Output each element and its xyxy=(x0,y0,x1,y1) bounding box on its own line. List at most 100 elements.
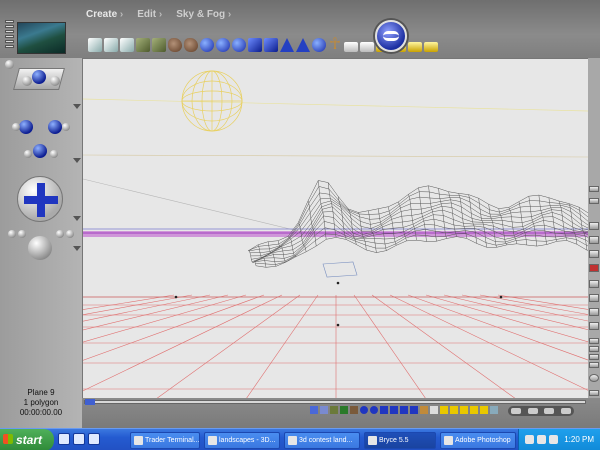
select-cloud-icon[interactable] xyxy=(320,406,328,414)
select-light-icon[interactable] xyxy=(440,406,448,414)
align-icon[interactable] xyxy=(589,354,599,360)
sphere-icon[interactable] xyxy=(200,38,214,52)
task-landscapes[interactable]: landscapes - 3D... xyxy=(204,432,280,449)
select-light-icon[interactable] xyxy=(480,406,488,414)
pyramid-icon[interactable] xyxy=(280,38,294,52)
select-tree-icon[interactable] xyxy=(340,406,348,414)
render-menu-arrow-icon[interactable] xyxy=(73,246,81,251)
select-camera-icon[interactable] xyxy=(490,406,498,414)
select-sphere-icon[interactable] xyxy=(360,406,368,414)
outlook-icon[interactable] xyxy=(73,433,85,445)
square-icon[interactable] xyxy=(344,42,358,52)
center-icon[interactable] xyxy=(56,230,64,238)
menu-create[interactable]: Create xyxy=(86,9,123,20)
bryce-logo-icon[interactable] xyxy=(375,20,407,52)
tree-icon[interactable] xyxy=(184,38,198,52)
start-button[interactable]: start xyxy=(0,429,54,450)
terrain-mesh-line xyxy=(448,191,457,237)
compass-icon[interactable] xyxy=(589,374,599,382)
pan-icon[interactable] xyxy=(33,144,47,158)
symmetrical-lattice-icon[interactable] xyxy=(152,38,166,52)
play-button[interactable] xyxy=(527,408,538,414)
select-torus-icon[interactable] xyxy=(370,406,378,414)
terrain-wireframe[interactable] xyxy=(247,180,588,268)
rewind-button[interactable] xyxy=(511,408,522,414)
cone-icon[interactable] xyxy=(296,38,310,52)
menu-sky-fog[interactable]: Sky & Fog xyxy=(176,9,231,20)
task-3d-contest[interactable]: 3d contest land... xyxy=(284,432,360,449)
select-cylinder-icon[interactable] xyxy=(380,406,388,414)
grid-line xyxy=(83,294,265,361)
select-light-icon[interactable] xyxy=(460,406,468,414)
task-bryce[interactable]: Bryce 5.5 xyxy=(364,432,436,449)
ellipsoid-icon[interactable] xyxy=(216,38,230,52)
select-water-icon[interactable] xyxy=(310,406,318,414)
edit-tool-icon[interactable] xyxy=(589,198,599,204)
align-icon[interactable] xyxy=(589,338,599,344)
family-icon[interactable] xyxy=(589,308,599,316)
select-light-icon[interactable] xyxy=(470,406,478,414)
select-pyramid-icon[interactable] xyxy=(410,406,418,414)
timeline-knob[interactable] xyxy=(85,399,95,405)
square-light-icon[interactable] xyxy=(408,42,422,52)
camera-cross-control[interactable] xyxy=(17,176,63,222)
clock[interactable]: 1:20 PM xyxy=(564,429,594,450)
move-z-icon[interactable] xyxy=(48,120,62,134)
select-square-icon[interactable] xyxy=(430,406,438,414)
terrain-icon[interactable] xyxy=(136,38,150,52)
family-icon[interactable] xyxy=(589,280,599,288)
brush-icon[interactable] xyxy=(589,186,599,192)
cylinder-icon[interactable] xyxy=(248,38,262,52)
render-sphere-icon[interactable] xyxy=(28,236,52,260)
tray-volume-icon[interactable] xyxy=(537,435,546,444)
circle-icon[interactable] xyxy=(360,42,374,52)
end-button[interactable] xyxy=(560,408,571,414)
select-cube-icon[interactable] xyxy=(390,406,398,414)
preview-options[interactable] xyxy=(5,20,14,56)
select-figure-icon[interactable] xyxy=(420,406,428,414)
align-icon[interactable] xyxy=(589,346,599,352)
move-xy-icon[interactable] xyxy=(19,120,33,134)
tray-security-icon[interactable] xyxy=(549,435,558,444)
family-icon[interactable] xyxy=(589,236,599,244)
task-photoshop[interactable]: Adobe Photoshop xyxy=(440,432,516,449)
view-menu-arrow-icon[interactable] xyxy=(73,104,81,109)
cloud-plane-icon[interactable] xyxy=(104,38,118,52)
select-terrain-icon[interactable] xyxy=(330,406,338,414)
parallel-light-icon[interactable] xyxy=(424,42,438,52)
align-icon[interactable] xyxy=(589,362,599,368)
media-player-icon[interactable] xyxy=(88,433,100,445)
zoom-in-icon[interactable] xyxy=(18,230,26,238)
plane-handles[interactable] xyxy=(174,281,503,327)
family-icon[interactable] xyxy=(589,322,599,330)
select-rock-icon[interactable] xyxy=(350,406,358,414)
task-trader-terminal[interactable]: Trader Terminal... xyxy=(130,432,200,449)
family-icon[interactable] xyxy=(589,250,599,258)
family-icon[interactable] xyxy=(589,264,599,272)
tray-network-icon[interactable] xyxy=(525,435,534,444)
nano-preview[interactable] xyxy=(17,22,66,54)
family-icon[interactable] xyxy=(589,294,599,302)
ground-plane-icon[interactable] xyxy=(120,38,134,52)
rock-icon[interactable] xyxy=(168,38,182,52)
select-light-icon[interactable] xyxy=(450,406,458,414)
figure-icon[interactable]: ☥ xyxy=(328,37,342,53)
select-cone-icon[interactable] xyxy=(400,406,408,414)
sun-wireframe[interactable] xyxy=(181,70,243,132)
reset-icon[interactable] xyxy=(66,230,74,238)
ground-grid[interactable] xyxy=(83,294,588,398)
cross-menu-arrow-icon[interactable] xyxy=(73,216,81,221)
forward-button[interactable] xyxy=(544,408,555,414)
camera-menu-arrow-icon[interactable] xyxy=(73,158,81,163)
timeline-scrubber[interactable] xyxy=(84,399,586,405)
water-plane-icon[interactable] xyxy=(88,38,102,52)
cube-icon[interactable] xyxy=(264,38,278,52)
menu-edit[interactable]: Edit xyxy=(137,9,162,20)
zoom-out-icon[interactable] xyxy=(8,230,16,238)
zoom-icon[interactable] xyxy=(589,390,599,396)
torus-icon[interactable] xyxy=(232,38,246,52)
disc-icon[interactable] xyxy=(312,38,326,52)
family-icon[interactable] xyxy=(589,222,599,230)
scene-viewport[interactable] xyxy=(82,58,588,398)
ie-icon[interactable] xyxy=(58,433,70,445)
